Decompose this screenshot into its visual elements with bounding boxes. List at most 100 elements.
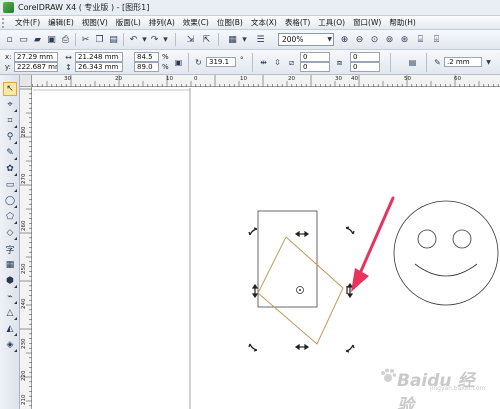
menu-window[interactable]: 窗口(W): [349, 17, 385, 28]
rectangle-tool-icon[interactable]: ▭: [3, 178, 17, 192]
wrap-paragraph-text-icon[interactable]: ▤: [407, 57, 418, 68]
menu-edit[interactable]: 编辑(E): [44, 17, 78, 28]
basic-shapes-tool-icon[interactable]: ◇: [3, 226, 17, 240]
open-folder-icon[interactable]: ▰: [31, 33, 44, 46]
fill-tool-icon[interactable]: ◭: [3, 322, 17, 336]
welcome-screen-icon[interactable]: ☰: [254, 33, 267, 46]
menu-file[interactable]: 文件(F): [11, 17, 44, 28]
skew-vertical-field-2[interactable]: 0: [350, 62, 380, 72]
drawing-canvas[interactable]: Baidu 经验 jingyan.baidu.com: [33, 88, 500, 409]
menu-grip-handle[interactable]: [2, 17, 9, 28]
menu-bitmaps[interactable]: 位图(B): [213, 17, 247, 28]
y-position-field[interactable]: 222.687 mm: [14, 62, 58, 72]
paste-icon[interactable]: ▤: [107, 33, 120, 46]
toolbar-separator: [218, 33, 219, 46]
menu-table[interactable]: 表格(T): [281, 17, 314, 28]
menu-tools[interactable]: 工具(O): [314, 17, 349, 28]
skew-horizontal-field[interactable]: 0: [300, 52, 330, 62]
smart-fill-tool-icon[interactable]: ✿: [3, 162, 17, 176]
rotation-center-marker[interactable]: [296, 286, 304, 294]
horizontal-ruler-ticks: [22, 75, 499, 87]
zoom-all-objects-icon[interactable]: ⊚: [383, 33, 396, 46]
eyedropper-tool-icon[interactable]: ⌁: [3, 290, 17, 304]
interactive-blend-tool-icon[interactable]: ⬢: [3, 274, 17, 288]
menu-text[interactable]: 文本(X): [247, 17, 281, 28]
menu-layout[interactable]: 版面(L): [112, 17, 145, 28]
rotate-handle-bottom-left[interactable]: [248, 343, 258, 352]
rotate-handle-top-right[interactable]: [345, 226, 355, 235]
zoom-out-icon[interactable]: ⊖: [353, 33, 366, 46]
redo-dropdown-icon[interactable]: ▾: [159, 33, 172, 46]
outline-width-select[interactable]: .2 mm: [444, 57, 482, 67]
table-tool-icon[interactable]: ▦: [3, 258, 17, 272]
property-bar: x: 27.29 mm y: 222.687 mm ↔ 21.248 mm ↕ …: [0, 50, 500, 75]
shape-tool-icon[interactable]: ⌖: [3, 98, 17, 112]
outline-tool-icon[interactable]: △: [3, 306, 17, 320]
vruler-label: 240: [21, 298, 27, 310]
coreldraw-app-icon: [3, 2, 14, 13]
vruler-label: 260: [21, 220, 27, 232]
zoom-tool-icon[interactable]: ⚲: [3, 130, 17, 144]
crop-tool-icon[interactable]: ⌗: [3, 114, 17, 128]
zoom-page-width-icon[interactable]: ⌸: [414, 33, 427, 46]
zoom-page-height-icon[interactable]: ⌹: [430, 33, 443, 46]
cut-icon[interactable]: ✂: [79, 33, 92, 46]
rotation-angle-field[interactable]: 319.1: [206, 57, 236, 67]
title-bar: CorelDRAW X4 ( 专业版 ) - [图形1]: [0, 0, 500, 16]
pick-tool-icon[interactable]: ↖: [3, 82, 17, 96]
zoom-in-icon[interactable]: ⊕: [338, 33, 351, 46]
skew-handle-left[interactable]: [251, 283, 259, 299]
baidu-paw-icon: [381, 368, 396, 382]
menu-effects[interactable]: 效果(C): [179, 17, 213, 28]
interactive-fill-tool-icon[interactable]: ◈: [3, 338, 17, 352]
rotate-handle-bottom-right[interactable]: [345, 344, 355, 353]
import-icon[interactable]: ⇲: [184, 33, 197, 46]
new-file-icon[interactable]: ▭: [17, 33, 30, 46]
skew-icon: ⧄: [288, 57, 295, 67]
scale-x-field[interactable]: 84.5: [134, 52, 159, 62]
rotation-degree-symbol: °: [240, 56, 244, 64]
x-position-label: x:: [5, 53, 12, 61]
width-field[interactable]: 21.248 mm: [75, 52, 123, 62]
outline-width-dropdown-icon[interactable]: ▼: [483, 57, 494, 68]
launcher-dropdown-icon[interactable]: ▾: [238, 33, 251, 46]
menu-view[interactable]: 视图(V): [78, 17, 112, 28]
export-icon[interactable]: ⇱: [200, 33, 213, 46]
print-icon[interactable]: ⎙: [59, 33, 72, 46]
zoom-to-page-icon[interactable]: ⊛: [398, 33, 411, 46]
original-rectangle[interactable]: [257, 210, 318, 308]
toolbox: ↖ ⌖ ⌗ ⚲ ✎ ✿ ▭ ◯ ⬠ ◇ 字 ▦ ⬢ ⌁ △ ◭ ◈: [0, 75, 20, 409]
mirror-vertical-icon[interactable]: ⇳: [272, 57, 283, 68]
hruler-label: 10: [166, 76, 173, 82]
skew-horizontal-field-2[interactable]: 0: [350, 52, 380, 62]
skew-vertical-field[interactable]: 0: [300, 62, 330, 72]
zoom-level-select[interactable]: 200% ▼: [278, 33, 334, 46]
propbar-separator: [252, 53, 253, 72]
height-field[interactable]: 26.343 mm: [75, 62, 123, 72]
skew-handle-bottom[interactable]: [294, 343, 310, 351]
copy-icon[interactable]: ❐: [93, 33, 106, 46]
vertical-ruler[interactable]: 280 270 260 250 240 230 220 210: [20, 87, 32, 409]
menu-help[interactable]: 帮助(H): [385, 17, 420, 28]
rotate-handle-top-left[interactable]: [248, 227, 258, 236]
scale-y-field[interactable]: 89.0: [134, 62, 159, 72]
skew-lock-icon[interactable]: ⧈: [334, 57, 345, 68]
x-position-field[interactable]: 27.29 mm: [14, 52, 58, 62]
menu-arrange[interactable]: 排列(A): [145, 17, 179, 28]
freehand-tool-icon[interactable]: ✎: [3, 146, 17, 160]
scale-x-percent: %: [162, 53, 169, 61]
mirror-horizontal-icon[interactable]: ⇹: [258, 57, 269, 68]
ellipse-tool-icon[interactable]: ◯: [3, 194, 17, 208]
ruler-origin-corner[interactable]: [20, 75, 32, 87]
new-document-icon[interactable]: ▫: [3, 33, 16, 46]
smiley-face[interactable]: [393, 200, 499, 306]
lock-ratio-icon[interactable]: ▣: [173, 57, 184, 68]
skew-handle-top[interactable]: [294, 230, 310, 238]
polygon-tool-icon[interactable]: ⬠: [3, 210, 17, 224]
height-icon: ↕: [65, 63, 72, 72]
save-icon[interactable]: ▣: [45, 33, 58, 46]
zoom-selected-icon[interactable]: ⊙: [368, 33, 381, 46]
horizontal-ruler[interactable]: 30 20 10 0 10 20 30 40 50 60: [20, 75, 500, 87]
hruler-label: 20: [115, 76, 122, 82]
text-tool-icon[interactable]: 字: [3, 242, 17, 256]
